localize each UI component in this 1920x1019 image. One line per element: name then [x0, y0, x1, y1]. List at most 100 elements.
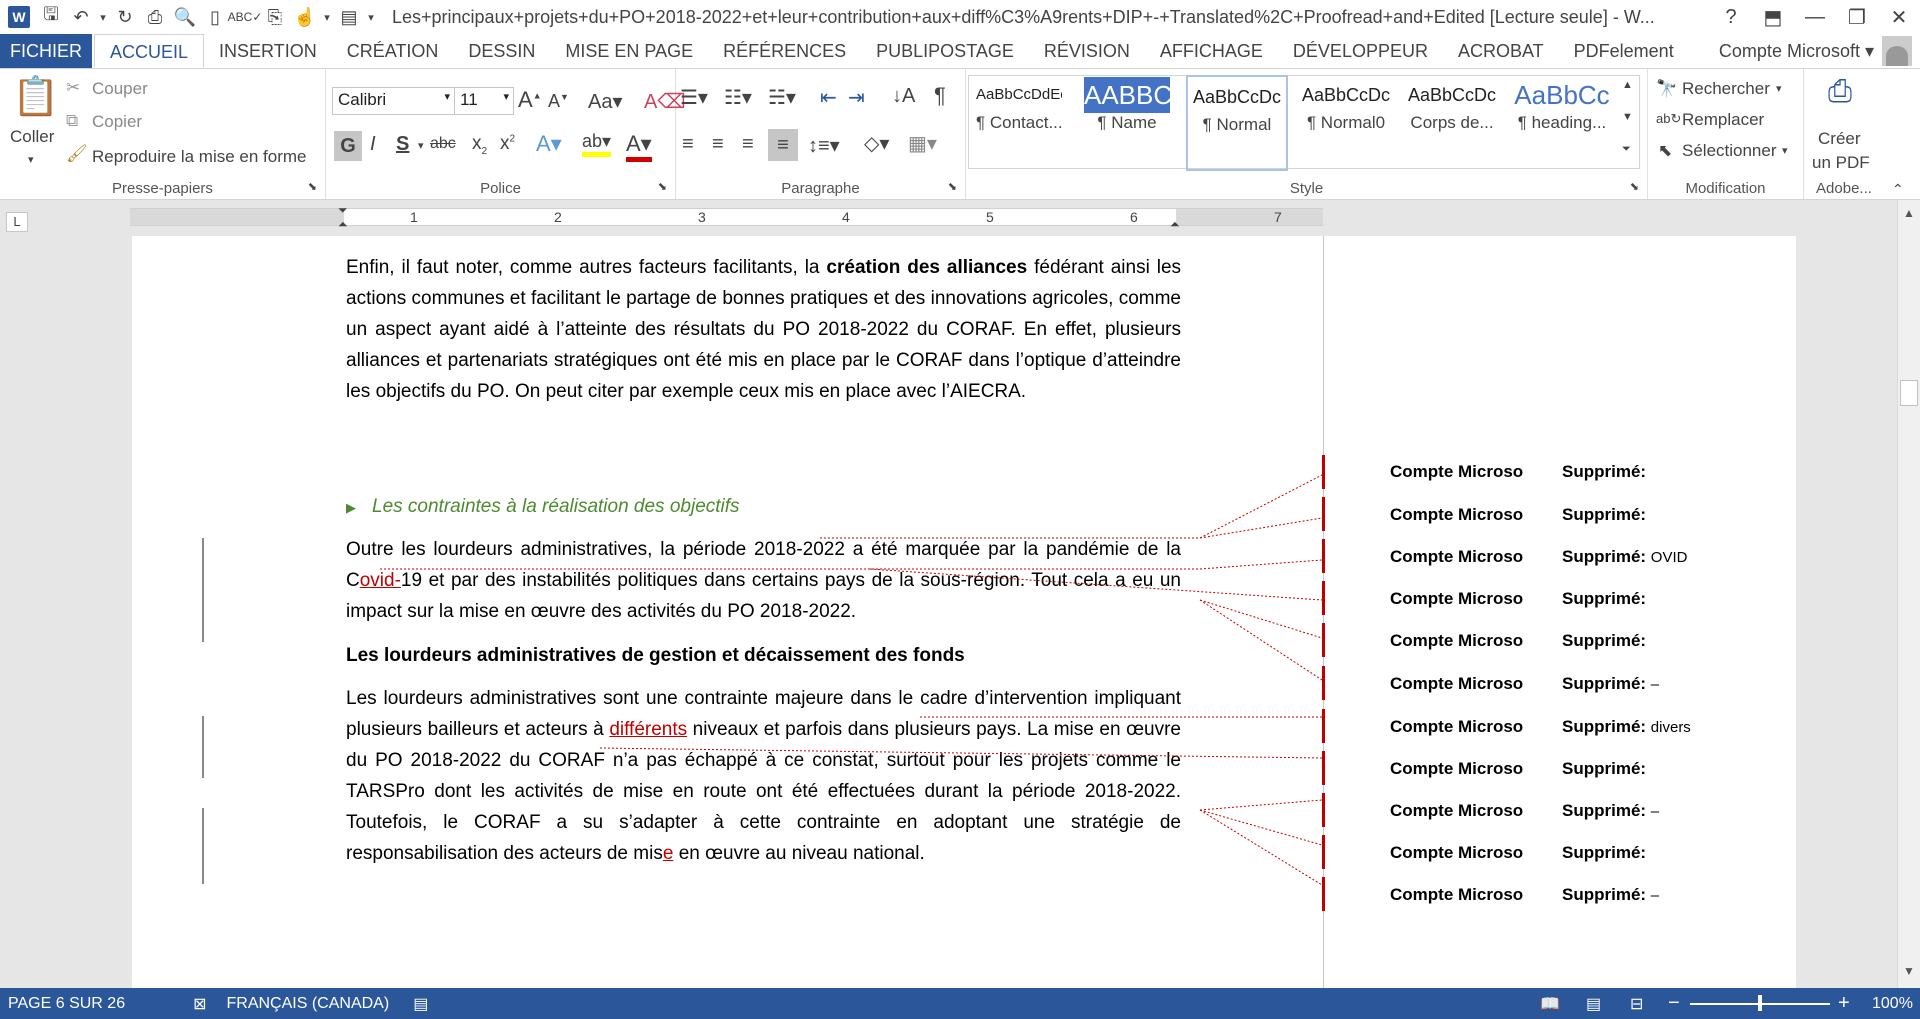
replace-icon[interactable]: ab↻	[1656, 111, 1681, 127]
strikethrough-icon[interactable]: abc	[430, 135, 456, 153]
styles-scroll-up-icon[interactable]: ▲	[1622, 79, 1633, 91]
subheading-admin[interactable]: Les lourdeurs administratives de gestion…	[346, 645, 965, 667]
tab-insertion[interactable]: INSERTION	[204, 34, 332, 68]
underline-icon[interactable]: S	[396, 133, 409, 156]
select-button[interactable]: Sélectionner	[1682, 141, 1777, 161]
new-document-icon[interactable]: ▯	[200, 2, 230, 32]
proofing-icon[interactable]: ⊠	[193, 994, 206, 1014]
section-heading[interactable]: ▶ Les contraintes à la réalisation des ob…	[346, 496, 740, 518]
tab-selector-icon[interactable]: L	[6, 212, 28, 232]
superscript-icon[interactable]: x2	[500, 133, 515, 155]
revision-balloon[interactable]: Compte Microso Supprimé:	[1390, 589, 1646, 609]
cut-icon[interactable]: ✂	[66, 78, 80, 98]
paragraph-alliances[interactable]: Enfin, il faut noter, comme autres facte…	[346, 252, 1181, 407]
style-normal[interactable]: AaBbCcDc ¶ Normal	[1186, 75, 1288, 171]
text-effects-icon[interactable]: A▾	[536, 131, 562, 157]
numbering-icon[interactable]: ☷▾	[724, 85, 752, 110]
font-launcher-icon[interactable]: ⬊	[658, 180, 667, 193]
print-icon[interactable]: ⎙	[140, 2, 170, 32]
paste-button[interactable]: Coller	[10, 127, 54, 147]
tab-mise-en-page[interactable]: MISE EN PAGE	[550, 34, 708, 68]
right-indent-marker[interactable]: ⏶	[1170, 217, 1180, 232]
multilevel-list-icon[interactable]: ☵▾	[768, 85, 796, 110]
scroll-up-icon[interactable]: ▲	[1898, 206, 1920, 220]
tab-pdfelement[interactable]: PDFelement	[1559, 34, 1689, 68]
align-right-icon[interactable]: ≡	[742, 133, 754, 156]
language-indicator[interactable]: FRANÇAIS (CANADA)	[227, 995, 390, 1013]
style-name[interactable]: AABBC ¶ Name	[1084, 77, 1170, 145]
copy-icon[interactable]: ⧉	[66, 111, 78, 131]
select-icon[interactable]: ⬉	[1658, 141, 1672, 161]
revision-balloon[interactable]: Compte Microso Supprimé:	[1390, 505, 1646, 525]
paragraph-admin[interactable]: Les lourdeurs administratives sont une c…	[346, 683, 1181, 869]
spelling-icon[interactable]: ABC✓	[228, 2, 263, 32]
styles-launcher-icon[interactable]: ⬊	[1630, 180, 1639, 193]
paragraph-launcher-icon[interactable]: ⬊	[948, 180, 957, 193]
find-icon[interactable]: 🔭	[1656, 79, 1677, 99]
ribbon-display-button[interactable]: ⬒	[1752, 5, 1794, 30]
styles-more-icon[interactable]: ⏷	[1622, 143, 1631, 156]
change-case-icon[interactable]: Aa▾	[588, 89, 623, 114]
create-pdf-line2[interactable]: un PDF	[1812, 153, 1870, 173]
style-body-text[interactable]: AaBbCcDc Corps de...	[1402, 77, 1502, 145]
revision-balloon[interactable]: Compte Microso Supprimé: –	[1390, 885, 1659, 905]
scroll-thumb[interactable]	[1900, 380, 1918, 406]
tab-accueil[interactable]: ACCUEIL	[94, 34, 205, 68]
hanging-indent-marker[interactable]: ⏶	[338, 217, 348, 232]
minimize-button[interactable]: —	[1794, 6, 1836, 29]
revision-balloon[interactable]: Compte Microso Supprimé: –	[1390, 674, 1659, 694]
bullets-icon[interactable]: ☰▾	[680, 85, 708, 110]
tab-acrobat[interactable]: ACROBAT	[1443, 34, 1559, 68]
read-mode-view-icon[interactable]: 📖	[1540, 994, 1560, 1014]
format-painter-button[interactable]: Reproduire la mise en forme	[92, 147, 306, 167]
replace-button[interactable]: Remplacer	[1682, 110, 1764, 130]
account-menu[interactable]: Compte Microsoft ▾	[1719, 41, 1874, 62]
italic-icon[interactable]: I	[370, 133, 376, 156]
revision-balloon[interactable]: Compte Microso Supprimé:	[1390, 759, 1646, 779]
horizontal-ruler[interactable]: 1 2 3 4 5 6 7 ⏷ ⏶ ⏶	[130, 203, 1323, 231]
underline-dropdown-icon[interactable]: ▾	[418, 139, 424, 152]
print-layout-view-icon[interactable]: ▤	[1586, 994, 1601, 1014]
undo-dropdown-icon[interactable]: ▾	[96, 2, 110, 32]
tab-references[interactable]: RÉFÉRENCES	[708, 34, 861, 68]
pdf-icon[interactable]: ⎙	[1828, 75, 1852, 109]
revision-balloon[interactable]: Compte Microso Supprimé:	[1390, 462, 1646, 482]
scroll-down-icon[interactable]: ▼	[1898, 964, 1920, 978]
undo-icon[interactable]: ↶	[66, 2, 96, 32]
close-button[interactable]: ✕	[1878, 5, 1920, 30]
revision-balloon[interactable]: Compte Microso Supprimé:	[1390, 843, 1646, 863]
macro-icon[interactable]: ▤	[413, 994, 428, 1014]
revision-balloon[interactable]: Compte Microso Supprimé: OVID	[1390, 547, 1687, 567]
quick-print-icon[interactable]: ⎘	[260, 2, 290, 32]
tab-creation[interactable]: CRÉATION	[332, 34, 454, 68]
sort-icon[interactable]: ↓A	[892, 85, 915, 108]
copy-button[interactable]: Copier	[92, 112, 142, 132]
page-counter[interactable]: PAGE 6 SUR 26	[8, 995, 125, 1013]
vertical-scrollbar[interactable]: ▲ ▼	[1897, 200, 1920, 988]
bold-icon[interactable]: G	[334, 131, 362, 161]
web-layout-view-icon[interactable]: ⊟	[1630, 994, 1643, 1014]
create-pdf-line1[interactable]: Créer	[1818, 129, 1861, 149]
select-dropdown-icon[interactable]: ▾	[1782, 144, 1788, 157]
read-mode-icon[interactable]: ▤	[334, 2, 364, 32]
zoom-level[interactable]: 100%	[1872, 995, 1913, 1013]
restore-button[interactable]: ❐	[1836, 5, 1878, 30]
tab-fichier[interactable]: FICHIER	[0, 34, 92, 68]
format-painter-icon[interactable]: 🖌	[66, 144, 88, 164]
subscript-icon[interactable]: x2	[472, 133, 487, 157]
tab-publipostage[interactable]: PUBLIPOSTAGE	[861, 34, 1029, 68]
collapse-heading-icon[interactable]: ▶	[346, 500, 356, 515]
align-left-icon[interactable]: ≡	[682, 133, 694, 156]
revision-balloon[interactable]: Compte Microso Supprimé: –	[1390, 801, 1659, 821]
style-contact[interactable]: AaBbCcDdEe ¶ Contact...	[976, 77, 1062, 145]
font-color-icon[interactable]: A▾	[626, 131, 652, 162]
highlight-icon[interactable]: ab▾	[582, 131, 612, 157]
shading-icon[interactable]: ◇▾	[864, 131, 889, 156]
collapse-ribbon-icon[interactable]: ⌃	[1892, 181, 1904, 198]
avatar[interactable]	[1882, 36, 1912, 66]
zoom-out-icon[interactable]: −	[1668, 992, 1680, 1015]
clipboard-launcher-icon[interactable]: ⬊	[308, 180, 317, 193]
increase-indent-icon[interactable]: ⇥	[848, 85, 865, 110]
styles-scroll-down-icon[interactable]: ▼	[1622, 111, 1633, 123]
paste-dropdown-icon[interactable]: ▾	[28, 153, 34, 166]
